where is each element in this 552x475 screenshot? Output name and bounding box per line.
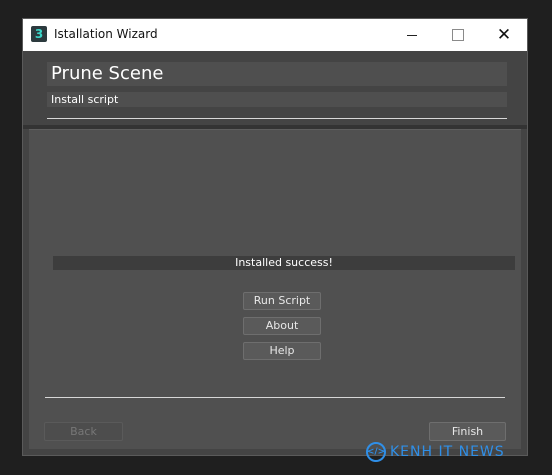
script-subtitle: Install script [47, 92, 507, 107]
help-button[interactable]: Help [243, 342, 321, 360]
script-title: Prune Scene [47, 62, 507, 86]
footer-divider [45, 397, 505, 398]
close-icon: ✕ [496, 24, 512, 45]
watermark: </> KENH IT NEWS [366, 441, 505, 463]
run-script-button[interactable]: Run Script [243, 292, 321, 310]
close-button[interactable]: ✕ [481, 19, 527, 51]
maximize-icon [452, 29, 464, 41]
minimize-icon [407, 34, 417, 36]
finish-button[interactable]: Finish [429, 422, 506, 441]
installation-wizard-window: 3 Istallation Wizard ✕ Prune Scene Insta… [22, 18, 528, 456]
status-message: Installed success! [53, 256, 515, 270]
header-panel: Prune Scene Install script [29, 51, 521, 125]
minimize-button[interactable] [389, 19, 435, 51]
window-title: Istallation Wizard [54, 27, 158, 41]
maximize-button[interactable] [435, 19, 481, 51]
about-button[interactable]: About [243, 317, 321, 335]
content-panel: Installed success! Run Script About Help… [29, 129, 521, 449]
code-icon: </> [366, 442, 386, 462]
watermark-text: KENH IT NEWS [390, 444, 505, 460]
3ds-max-icon: 3 [31, 26, 47, 42]
title-bar[interactable]: 3 Istallation Wizard ✕ [23, 19, 527, 51]
header-divider [47, 118, 507, 119]
back-button[interactable]: Back [44, 422, 123, 441]
